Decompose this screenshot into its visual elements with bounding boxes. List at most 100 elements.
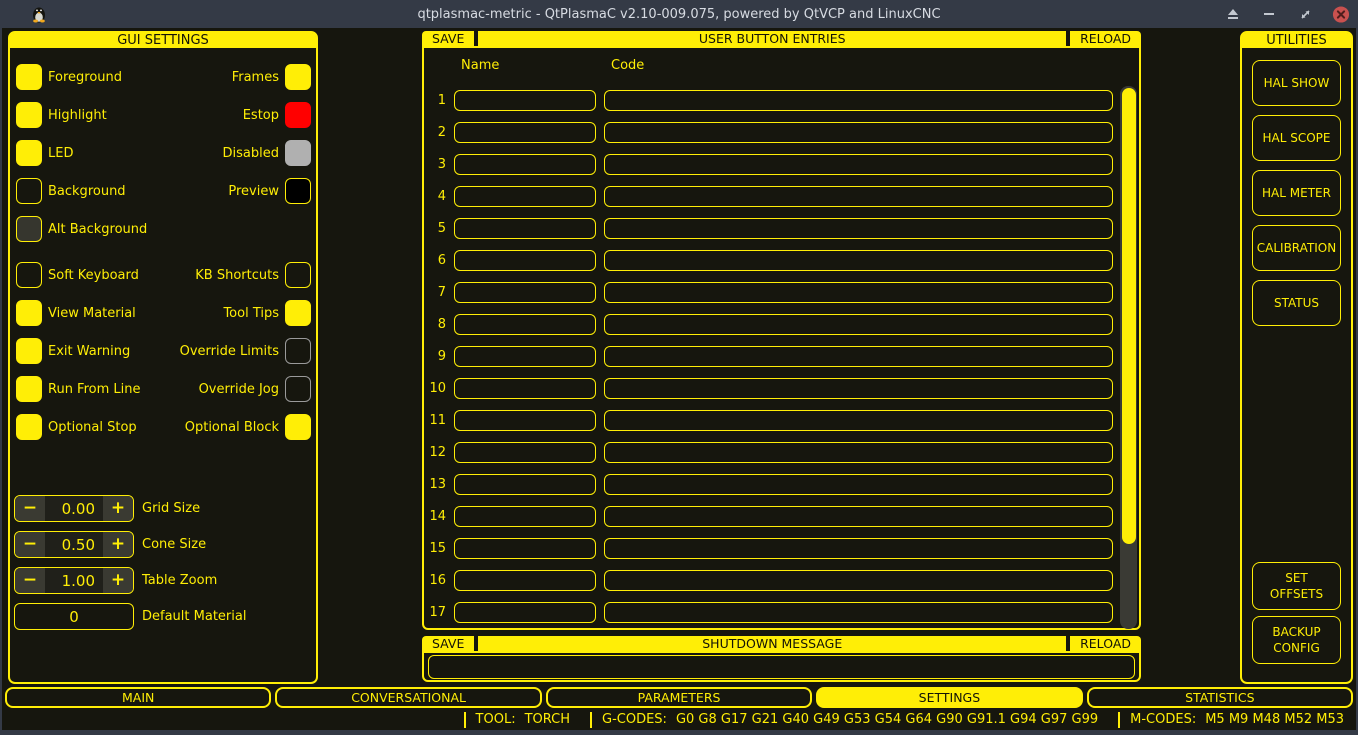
user-button-code-input[interactable] (604, 378, 1113, 399)
override-jog-swatch[interactable] (285, 376, 311, 402)
optional-block-swatch[interactable] (285, 414, 311, 440)
calibration-button[interactable]: CALIBRATION (1252, 225, 1341, 271)
view-material-swatch[interactable] (16, 300, 42, 326)
tab-statistics[interactable]: STATISTICS (1087, 687, 1353, 708)
frames-swatch[interactable] (285, 64, 311, 90)
grid-size-value[interactable]: 0.00 (45, 496, 103, 521)
user-button-code-input[interactable] (604, 282, 1113, 303)
user-button-code-input[interactable] (604, 602, 1113, 623)
user-button-code-input[interactable] (604, 186, 1113, 207)
user-button-row: 8 (428, 308, 1139, 340)
user-button-name-input[interactable] (454, 442, 596, 463)
user-button-code-input[interactable] (604, 474, 1113, 495)
user-button-code-input[interactable] (604, 506, 1113, 527)
name-column-header: Name (461, 58, 609, 73)
user-button-code-input[interactable] (604, 122, 1113, 143)
setting-row: BackgroundPreview (10, 172, 316, 210)
user-button-row: 12 (428, 436, 1139, 468)
user-buttons-reload-button[interactable]: RELOAD (1070, 31, 1141, 46)
kb-shortcuts-swatch[interactable] (285, 262, 311, 288)
shutdown-message-input[interactable] (428, 655, 1135, 679)
user-button-name-input[interactable] (454, 570, 596, 591)
user-button-code-input[interactable] (604, 90, 1113, 111)
user-button-name-input[interactable] (454, 314, 596, 335)
user-button-row: 4 (428, 180, 1139, 212)
status-button[interactable]: STATUS (1252, 280, 1341, 326)
user-button-code-input[interactable] (604, 442, 1113, 463)
setting-row: LEDDisabled (10, 134, 316, 172)
row-number: 13 (428, 477, 446, 492)
tab-conversational[interactable]: CONVERSATIONAL (275, 687, 541, 708)
row-number: 3 (428, 157, 446, 172)
user-button-code-input[interactable] (604, 154, 1113, 175)
hal-scope-button[interactable]: HAL SCOPE (1252, 115, 1341, 161)
scrollbar-track[interactable] (1120, 86, 1137, 629)
tab-settings[interactable]: SETTINGS (816, 687, 1082, 708)
user-button-name-input[interactable] (454, 186, 596, 207)
run-from-line-swatch[interactable] (16, 376, 42, 402)
soft-keyboard-swatch[interactable] (16, 262, 42, 288)
scrollbar-thumb[interactable] (1122, 88, 1136, 544)
user-buttons-save-button[interactable]: SAVE (422, 31, 474, 46)
user-button-entries-panel: SAVE USER BUTTON ENTRIES RELOAD Name Cod… (422, 31, 1141, 632)
user-button-code-input[interactable] (604, 314, 1113, 335)
set-offsets-button[interactable]: SET OFFSETS (1252, 562, 1341, 610)
user-button-name-input[interactable] (454, 90, 596, 111)
default-material-input[interactable]: 0 (14, 603, 134, 630)
user-button-name-input[interactable] (454, 346, 596, 367)
user-button-code-input[interactable] (604, 250, 1113, 271)
table-zoom-value[interactable]: 1.00 (45, 568, 103, 593)
user-button-name-input[interactable] (454, 250, 596, 271)
hal-meter-button[interactable]: HAL METER (1252, 170, 1341, 216)
user-button-name-input[interactable] (454, 122, 596, 143)
foreground-swatch[interactable] (16, 64, 42, 90)
hal-show-button[interactable]: HAL SHOW (1252, 60, 1341, 106)
shutdown-reload-button[interactable]: RELOAD (1070, 636, 1141, 651)
increment-button[interactable]: + (103, 496, 133, 521)
user-button-name-input[interactable] (454, 218, 596, 239)
increment-button[interactable]: + (103, 532, 133, 557)
disabled-swatch[interactable] (285, 140, 311, 166)
decrement-button[interactable]: − (15, 532, 45, 557)
user-button-code-input[interactable] (604, 570, 1113, 591)
user-button-name-input[interactable] (454, 410, 596, 431)
maximize-icon[interactable] (1296, 5, 1314, 23)
highlight-swatch[interactable] (16, 102, 42, 128)
user-button-name-input[interactable] (454, 506, 596, 527)
estop-swatch[interactable] (285, 102, 311, 128)
preview-swatch[interactable] (285, 178, 311, 204)
background-swatch[interactable] (16, 178, 42, 204)
user-button-name-input[interactable] (454, 378, 596, 399)
tux-icon (30, 5, 48, 23)
user-button-name-input[interactable] (454, 282, 596, 303)
user-button-row: 3 (428, 148, 1139, 180)
increment-button[interactable]: + (103, 568, 133, 593)
tab-parameters[interactable]: PARAMETERS (546, 687, 812, 708)
user-button-name-input[interactable] (454, 538, 596, 559)
user-button-code-input[interactable] (604, 346, 1113, 367)
decrement-button[interactable]: − (15, 496, 45, 521)
exit-warning-swatch[interactable] (16, 338, 42, 364)
tab-main[interactable]: MAIN (5, 687, 271, 708)
decrement-button[interactable]: − (15, 568, 45, 593)
shade-icon[interactable] (1224, 5, 1242, 23)
user-button-name-input[interactable] (454, 602, 596, 623)
led-swatch[interactable] (16, 140, 42, 166)
shutdown-save-button[interactable]: SAVE (422, 636, 474, 651)
user-button-code-input[interactable] (604, 538, 1113, 559)
user-button-name-input[interactable] (454, 474, 596, 495)
user-button-code-input[interactable] (604, 218, 1113, 239)
backup-config-button[interactable]: BACKUP CONFIG (1252, 616, 1341, 664)
main-content: GUI SETTINGS ForegroundFramesHighlightEs… (2, 28, 1356, 730)
tool-tips-swatch[interactable] (285, 300, 311, 326)
minimize-icon[interactable] (1260, 5, 1278, 23)
close-icon[interactable] (1332, 5, 1350, 23)
override-limits-swatch[interactable] (285, 338, 311, 364)
alt-background-swatch[interactable] (16, 216, 42, 242)
optional-stop-swatch[interactable] (16, 414, 42, 440)
user-button-code-input[interactable] (604, 410, 1113, 431)
user-button-row: 7 (428, 276, 1139, 308)
user-button-name-input[interactable] (454, 154, 596, 175)
status-divider (1118, 712, 1120, 728)
cone-size-value[interactable]: 0.50 (45, 532, 103, 557)
